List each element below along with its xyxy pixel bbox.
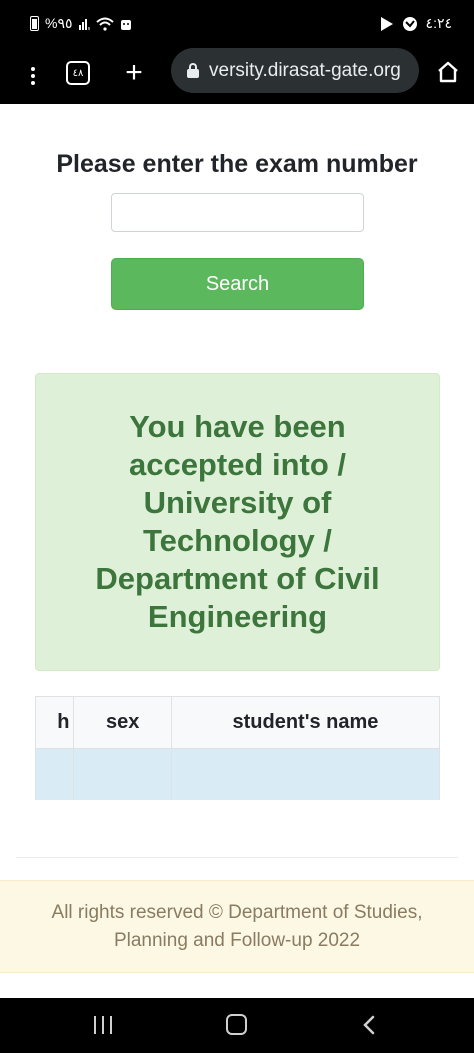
result-table: h sex student's name <box>35 696 440 800</box>
status-time: ٤:٢٤ <box>425 15 452 31</box>
table-header-student-name: student's name <box>170 696 440 749</box>
result-table-container[interactable]: h sex student's name <box>35 696 440 800</box>
menu-icon[interactable] <box>22 60 44 92</box>
search-button[interactable]: Search <box>111 258 364 310</box>
home-button-icon[interactable] <box>226 1014 247 1035</box>
result-message: You have been accepted into / University… <box>95 409 380 634</box>
status-left: %٩٥ <box>30 15 132 32</box>
table-header-cell: h <box>35 696 75 749</box>
table-cell-sex <box>73 748 172 800</box>
url-text: versity.dirasat-gate.org <box>209 59 401 81</box>
new-tab-icon[interactable]: + <box>119 58 149 88</box>
table-row <box>35 748 440 800</box>
battery-percent: %٩٥ <box>45 15 73 31</box>
table-cell <box>35 748 75 800</box>
table-cell-student-name <box>170 748 440 800</box>
page-title: Please enter the exam number <box>56 150 418 178</box>
back-icon[interactable] <box>362 1015 376 1035</box>
divider <box>16 857 458 858</box>
address-bar[interactable]: versity.dirasat-gate.org <box>171 48 419 93</box>
android-notification-icon <box>120 19 131 30</box>
play-store-icon <box>380 16 393 31</box>
exam-number-input[interactable] <box>111 193 364 232</box>
table-header-row: h sex student's name <box>35 696 440 749</box>
tab-switcher-button[interactable]: ٤٨ <box>66 61 90 85</box>
footer: All rights reserved © Department of Stud… <box>0 880 474 973</box>
recent-apps-icon[interactable] <box>94 1016 112 1034</box>
home-icon[interactable] <box>434 58 462 86</box>
table-header-sex: sex <box>73 696 172 749</box>
lock-icon[interactable] <box>187 63 199 78</box>
tab-count: ٤٨ <box>72 67 84 79</box>
signal-icon <box>78 18 90 30</box>
wifi-icon <box>95 17 114 31</box>
status-bar: %٩٥ ٤:٢٤ <box>0 0 474 48</box>
battery-icon <box>30 16 39 31</box>
status-right: ٤:٢٤ <box>380 15 452 32</box>
app-notification-icon <box>402 16 417 31</box>
result-alert: You have been accepted into / University… <box>35 373 440 671</box>
browser-toolbar: ٤٨ + versity.dirasat-gate.org <box>0 48 474 104</box>
navigation-bar <box>0 998 474 1053</box>
footer-text: All rights reserved © Department of Stud… <box>51 901 423 951</box>
